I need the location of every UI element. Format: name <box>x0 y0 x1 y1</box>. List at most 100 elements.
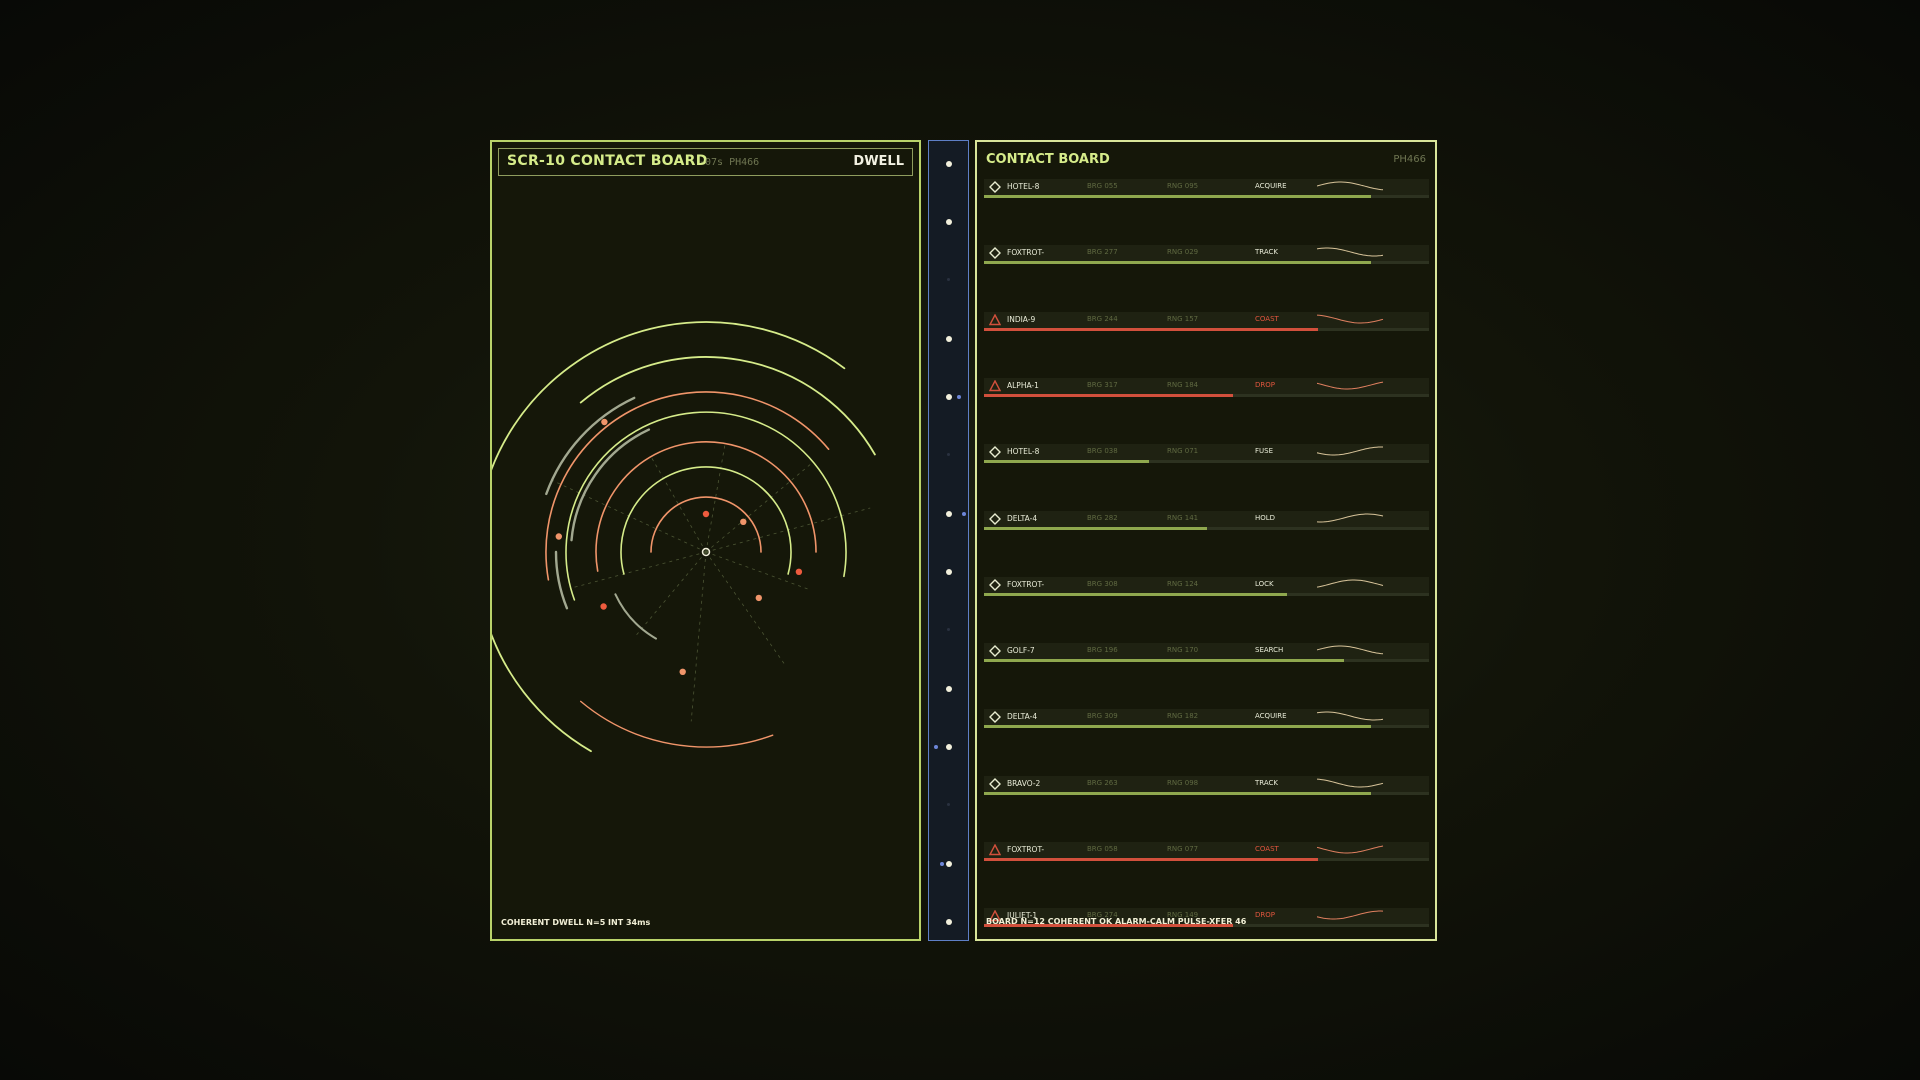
contact-name: DELTA-4 <box>1007 513 1038 523</box>
contact-bearing: BRG 317 <box>1087 380 1118 389</box>
contact-level-bar <box>984 791 1429 795</box>
rail-marker[interactable] <box>946 744 952 750</box>
contact-state: COAST <box>1255 845 1279 853</box>
contact-bearing: BRG 263 <box>1087 778 1118 787</box>
contact-name: HOTEL-8 <box>1007 447 1040 457</box>
contact-name: FOXTROT- <box>1007 845 1045 854</box>
contact-level-fill <box>984 393 1234 397</box>
radar-blip[interactable] <box>702 510 710 518</box>
radar-blip[interactable] <box>555 533 562 540</box>
contact-range: RNG 095 <box>1167 182 1199 190</box>
contact-level-bar <box>984 659 1429 663</box>
contact-range: RNG 029 <box>1167 248 1199 257</box>
contact-state: COAST <box>1255 314 1279 323</box>
radar-spoke <box>705 551 787 667</box>
contact-state: DROP <box>1255 380 1275 389</box>
contact-level-fill <box>984 858 1318 861</box>
contact-name: FOXTROT- <box>1007 248 1045 258</box>
contact-state: LOCK <box>1255 579 1274 588</box>
contact-name: HOTEL-8 <box>1007 182 1040 191</box>
contact-row[interactable]: DELTA-4 BRG 309 RNG 182 ACQUIRE <box>984 709 1429 726</box>
rail-marker[interactable] <box>946 161 952 167</box>
radar-arc <box>565 411 847 601</box>
board-footer-status: BOARD N=12 COHERENT OK ALARM-CALM PULSE-… <box>986 917 1247 926</box>
radar-blip[interactable] <box>601 418 608 426</box>
rail-marker[interactable] <box>946 569 952 575</box>
radar-spoke <box>634 551 707 637</box>
contact-state: HOLD <box>1255 513 1276 522</box>
rail-marker[interactable] <box>946 394 952 400</box>
contact-name: FOXTROT- <box>1007 579 1045 589</box>
rail-marker[interactable] <box>947 453 950 456</box>
radar-blip[interactable] <box>795 568 803 575</box>
contact-sparkline <box>1317 579 1384 588</box>
contact-range: RNG 098 <box>1167 778 1199 787</box>
contact-row[interactable]: FOXTROT- BRG 058 RNG 077 COAST <box>984 842 1429 858</box>
rail-marker[interactable] <box>946 919 952 925</box>
contact-level-fill <box>984 327 1318 331</box>
diamond-icon <box>989 711 1001 724</box>
contact-sparkline <box>1317 910 1384 920</box>
radar-scope[interactable] <box>492 142 923 943</box>
rail-marker[interactable] <box>947 803 950 806</box>
contact-level-bar <box>984 526 1429 530</box>
contact-row[interactable]: INDIA-9 BRG 244 RNG 157 COAST <box>984 311 1429 328</box>
warning-triangle-icon <box>989 379 1001 392</box>
radar-arc <box>492 321 846 753</box>
radar-blips <box>555 418 803 675</box>
contact-name: ALPHA-1 <box>1007 380 1039 390</box>
contact-range: RNG 071 <box>1167 447 1199 456</box>
contact-level-fill <box>984 195 1372 198</box>
radar-blip[interactable] <box>740 518 747 525</box>
contact-state: FUSE <box>1255 447 1274 456</box>
contact-level-bar <box>984 460 1429 464</box>
contact-range: RNG 124 <box>1167 579 1199 588</box>
rail-marker[interactable] <box>946 219 952 225</box>
contact-board-panel: CONTACT BOARD PH466 HOTEL-8 BRG 055 RNG 09… <box>975 140 1437 941</box>
contact-range: RNG 182 <box>1167 712 1199 721</box>
diamond-icon <box>989 181 1001 193</box>
contact-row[interactable]: BRAVO-2 BRG 263 RNG 098 TRACK <box>984 775 1429 792</box>
radar-blip[interactable] <box>600 603 607 610</box>
diamond-icon <box>989 777 1001 790</box>
radar-arc <box>580 700 774 748</box>
rail-marker[interactable] <box>947 278 950 281</box>
contact-range: RNG 141 <box>1167 513 1199 522</box>
contact-sparkline <box>1317 181 1384 191</box>
contact-level-bar <box>984 592 1429 596</box>
radar-blip[interactable] <box>755 594 762 602</box>
diamond-icon <box>989 247 1001 260</box>
contact-bearing: BRG 309 <box>1087 712 1118 721</box>
contact-range: RNG 157 <box>1167 314 1199 323</box>
contact-row[interactable]: GOLF-7 BRG 196 RNG 170 SEARCH <box>984 643 1429 660</box>
rail-marker[interactable] <box>946 686 952 692</box>
contact-state: TRACK <box>1255 248 1278 257</box>
radar-blip[interactable] <box>679 668 686 675</box>
contact-row[interactable]: FOXTROT- BRG 308 RNG 124 LOCK <box>984 576 1429 593</box>
board-title: CONTACT BOARD <box>986 152 1110 167</box>
timeline-rail[interactable] <box>928 140 969 941</box>
contact-range: RNG 184 <box>1167 380 1199 389</box>
rail-marker[interactable] <box>946 511 952 517</box>
rail-marker[interactable] <box>946 861 952 867</box>
contact-level-bar <box>984 195 1429 198</box>
contact-level-bar <box>984 725 1429 729</box>
radar-panel: SCR-10 CONTACT BOARD -07s PH466 DWELL CO… <box>490 140 921 941</box>
warning-triangle-icon <box>989 313 1001 325</box>
contact-row[interactable]: HOTEL-8 BRG 055 RNG 095 ACQUIRE <box>984 179 1429 195</box>
contact-bearing: BRG 308 <box>1087 579 1118 588</box>
contact-level-bar <box>984 393 1429 397</box>
contact-row[interactable]: ALPHA-1 BRG 317 RNG 184 DROP <box>984 377 1429 394</box>
rail-blue-marker <box>940 862 944 866</box>
radar-arcs <box>492 321 876 753</box>
contact-row[interactable]: DELTA-4 BRG 282 RNG 141 HOLD <box>984 510 1429 527</box>
diamond-icon <box>989 578 1001 591</box>
rail-marker[interactable] <box>947 628 950 631</box>
diamond-icon <box>989 446 1001 459</box>
radar-spoke <box>705 551 810 590</box>
warning-triangle-icon <box>989 844 1001 856</box>
rail-marker[interactable] <box>946 336 952 342</box>
contact-row[interactable]: FOXTROT- BRG 277 RNG 029 TRACK <box>984 245 1429 262</box>
contact-row[interactable]: HOTEL-8 BRG 038 RNG 071 FUSE <box>984 444 1429 461</box>
contact-sparkline <box>1317 446 1383 456</box>
